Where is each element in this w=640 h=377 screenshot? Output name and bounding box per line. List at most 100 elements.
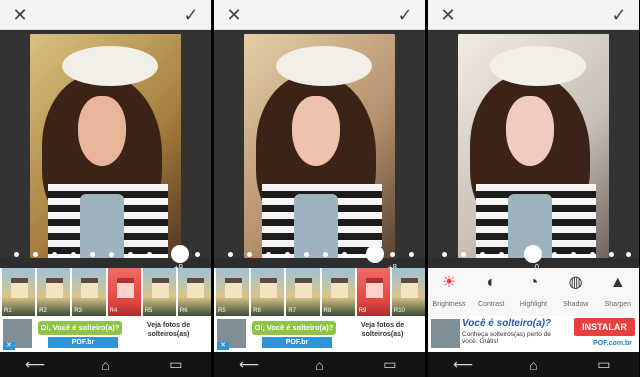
slider-dot (14, 252, 19, 257)
ad-banner[interactable]: Você é solteiro(a)? Conheça solteiros(as… (428, 316, 639, 352)
slider-dot (266, 252, 271, 257)
edited-photo (458, 34, 609, 258)
ad-close-icon[interactable]: ✕ (3, 342, 15, 350)
slider-knob[interactable] (171, 245, 189, 263)
filter-thumb[interactable]: R6 (177, 268, 211, 316)
top-bar: ✕ ✓ (0, 0, 211, 30)
slider-dot (342, 252, 347, 257)
slider-dot (626, 252, 631, 257)
recent-apps-icon[interactable]: ▭ (161, 356, 191, 373)
filter-thumb[interactable]: R7 (286, 268, 320, 316)
ad-close-icon[interactable]: ✕ (217, 342, 229, 350)
intensity-slider[interactable] (428, 245, 639, 265)
edited-photo (30, 34, 181, 258)
adjust-tools: ☀ Brightness ◐ Contrast ◔ Highlight ◍ Sh… (428, 268, 639, 316)
photo-area: +8 (214, 30, 425, 272)
checkmark-icon[interactable]: ✓ (395, 5, 415, 25)
back-icon[interactable]: ⟵ (448, 356, 478, 373)
slider-dot (590, 252, 595, 257)
flower-hat (62, 46, 158, 86)
screen-2: ✕ ✓ +8 R5 R6 (214, 0, 425, 377)
checkmark-icon[interactable]: ✓ (609, 5, 629, 25)
screen-gallery: ✕ ✓ +9 R1 R2 (0, 0, 640, 377)
ad-url: POF.com.br (593, 340, 632, 347)
ad-side-text: Veja fotos de solteiros(as) (146, 322, 191, 338)
checkmark-icon[interactable]: ✓ (181, 5, 201, 25)
recent-apps-icon[interactable]: ▭ (375, 356, 405, 373)
edited-photo (244, 34, 395, 258)
ad-headline: Você é solteiro(a)? (462, 318, 552, 329)
filter-thumb[interactable]: R5 (216, 268, 250, 316)
slider-dot (390, 252, 395, 257)
ad-avatar (431, 319, 460, 348)
filter-strip: R5 R6 R7 R8 R9 R10 (214, 268, 425, 316)
close-icon[interactable]: ✕ (224, 5, 244, 25)
slider-knob[interactable] (524, 245, 542, 263)
ad-banner[interactable]: ✕ Oi, Você é solteiro(a)? POF.br Veja fo… (0, 316, 211, 352)
filter-thumb[interactable]: R6 (251, 268, 285, 316)
android-nav-bar: ⟵ ⌂ ▭ (0, 352, 211, 377)
android-nav-bar: ⟵ ⌂ ▭ (214, 352, 425, 377)
filter-thumb[interactable]: R5 (142, 268, 176, 316)
install-button[interactable]: INSTALAR (574, 318, 635, 336)
ad-side-text: Veja fotos de solteiros(as) (360, 322, 405, 338)
tool-highlight[interactable]: ◔ Highlight (513, 273, 553, 311)
top-bar: ✕ ✓ (214, 0, 425, 30)
filter-thumb[interactable]: R8 (321, 268, 355, 316)
triangle-icon: ▲ (609, 274, 626, 291)
filter-strip: R1 R2 R3 R4 R5 R6 (0, 268, 211, 316)
contrast-icon: ◐ (486, 274, 497, 291)
slider-dot (285, 252, 290, 257)
ad-subline: Conheça solteiros(as) perto de você. Grá… (462, 331, 551, 345)
face (78, 96, 126, 166)
home-icon[interactable]: ⌂ (90, 357, 120, 373)
filter-thumb-selected[interactable]: R4 (107, 268, 141, 316)
filter-thumb[interactable]: R10 (391, 268, 425, 316)
android-nav-bar: ⟵ ⌂ ▭ (428, 352, 639, 377)
recent-apps-icon[interactable]: ▭ (589, 356, 619, 373)
ad-title: Oi, Você é solteiro(a)? (38, 321, 122, 335)
sun-icon: ☀ (441, 274, 457, 291)
intensity-slider[interactable] (214, 245, 425, 265)
tool-brightness[interactable]: ☀ Brightness (429, 273, 469, 311)
slider-dot (147, 252, 152, 257)
tool-shadow[interactable]: ◍ Shadow (556, 273, 596, 311)
filter-thumb[interactable]: R2 (37, 268, 71, 316)
ad-title: Oi, Você é solteiro(a)? (252, 321, 336, 335)
ad-brand-button[interactable]: POF.br (262, 337, 332, 348)
slider-dot (304, 252, 309, 257)
home-icon[interactable]: ⌂ (304, 357, 334, 373)
ad-brand-button[interactable]: POF.br (48, 337, 118, 348)
slider-dot (571, 252, 576, 257)
slider-dot (90, 252, 95, 257)
tool-sharpen[interactable]: ▲ Sharpen (598, 273, 638, 311)
screen-1: ✕ ✓ +9 R1 R2 (0, 0, 211, 377)
slider-dot (552, 252, 557, 257)
intensity-slider[interactable] (0, 245, 211, 265)
slider-dot (461, 252, 466, 257)
filter-thumb-selected[interactable]: R9 (356, 268, 390, 316)
back-icon[interactable]: ⟵ (20, 356, 50, 373)
filter-thumb[interactable]: R3 (72, 268, 106, 316)
tool-contrast[interactable]: ◐ Contrast (471, 273, 511, 311)
home-icon[interactable]: ⌂ (518, 357, 548, 373)
close-icon[interactable]: ✕ (438, 5, 458, 25)
slider-dot (33, 252, 38, 257)
slider-dot (52, 252, 57, 257)
filter-thumb[interactable]: R1 (2, 268, 36, 316)
slider-dot (109, 252, 114, 257)
slider-knob[interactable] (366, 245, 384, 263)
photo-area: 0 (428, 30, 639, 272)
slider-dot (323, 252, 328, 257)
flower-hat (490, 46, 586, 86)
flower-hat (276, 46, 372, 86)
slider-dot (609, 252, 614, 257)
face (292, 96, 340, 166)
back-icon[interactable]: ⟵ (234, 356, 264, 373)
shadow-icon: ◍ (568, 274, 583, 291)
close-icon[interactable]: ✕ (10, 5, 30, 25)
slider-dot (228, 252, 233, 257)
slider-dot (247, 252, 252, 257)
ad-banner[interactable]: ✕ Oi, Você é solteiro(a)? POF.br Veja fo… (214, 316, 425, 352)
top-bar: ✕ ✓ (428, 0, 639, 30)
